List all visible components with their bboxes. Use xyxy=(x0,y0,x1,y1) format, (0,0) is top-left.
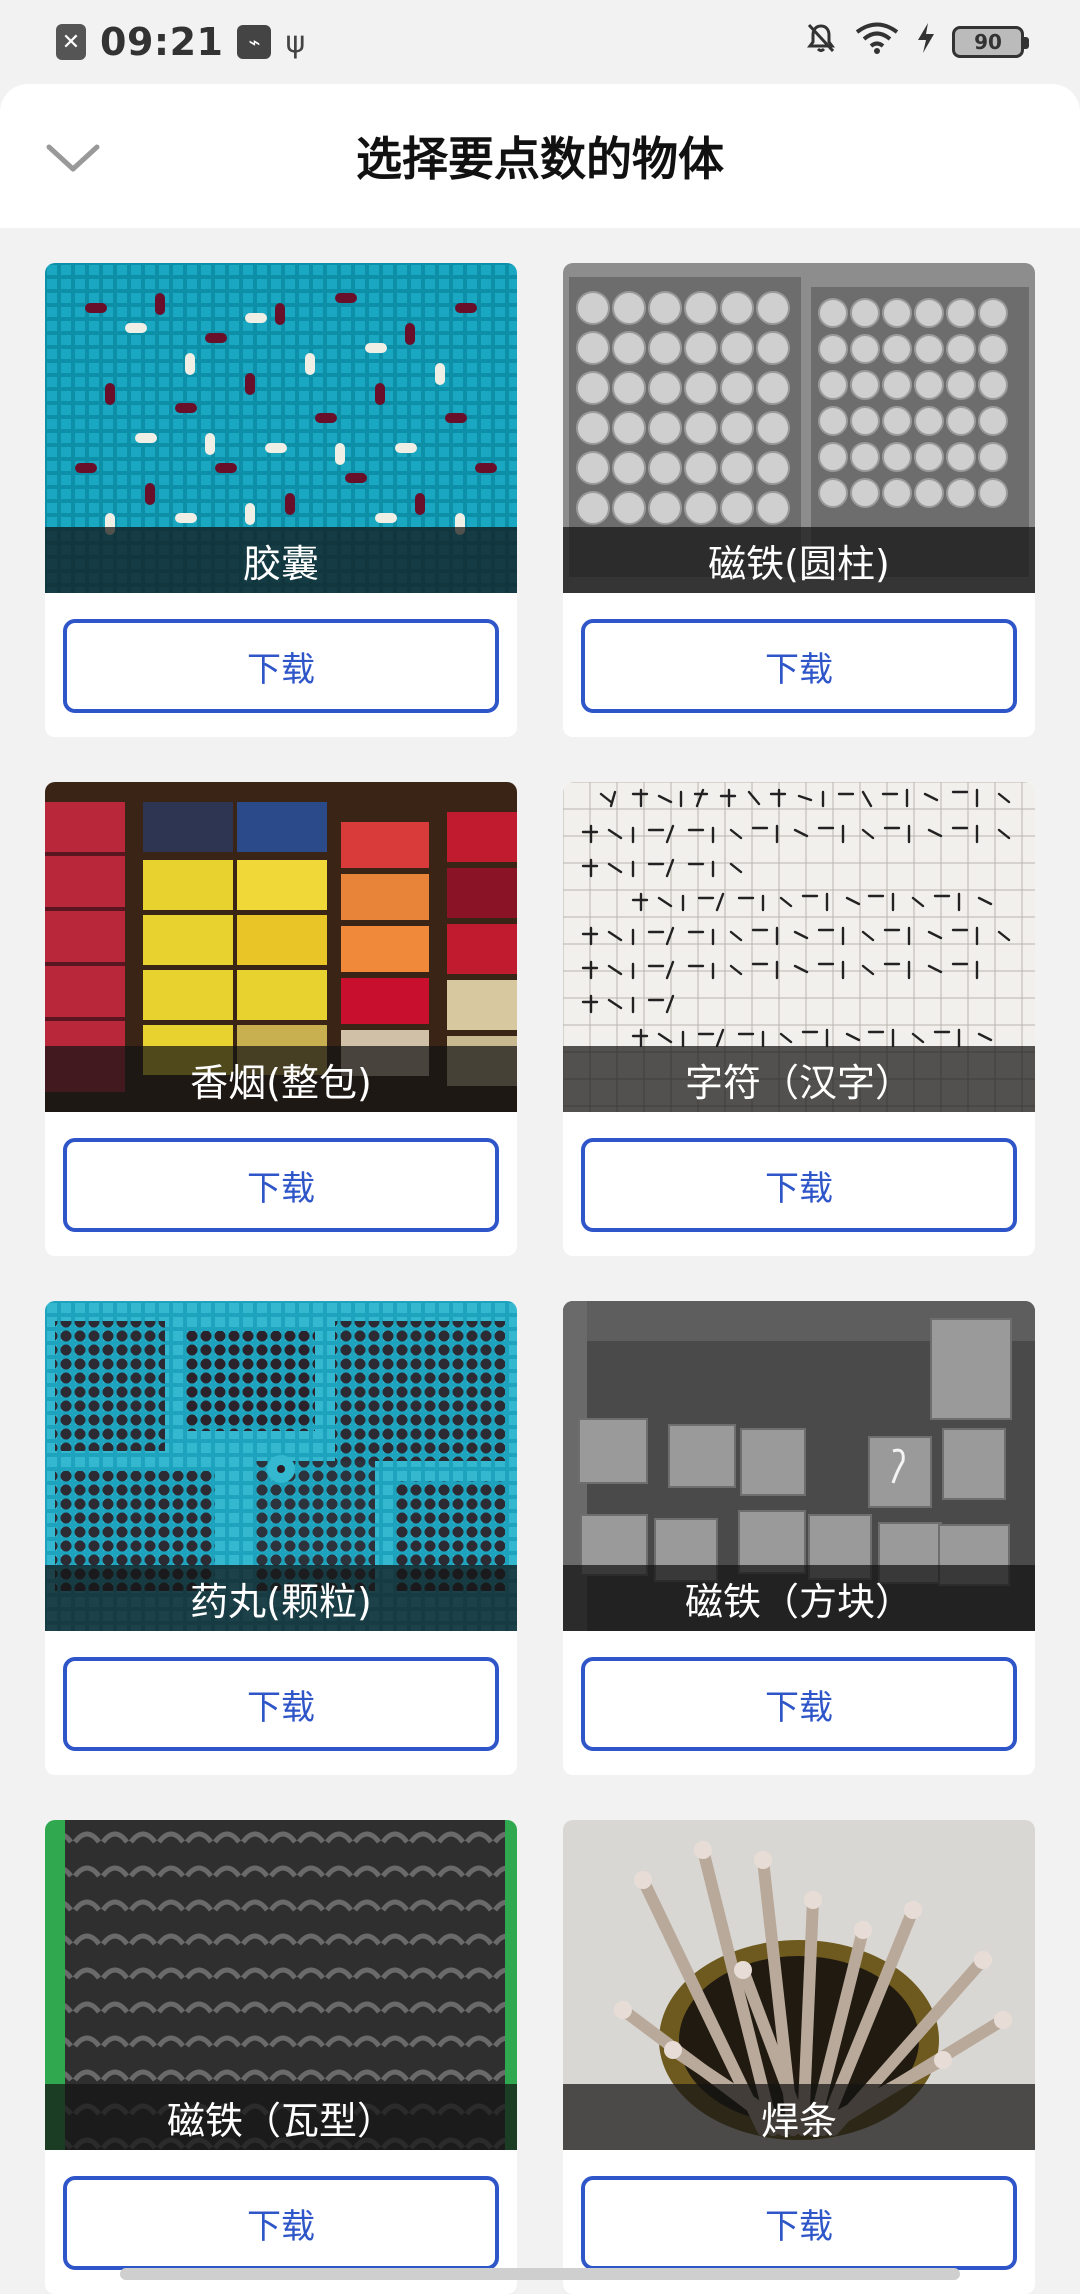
block-magnets-image[interactable]: 磁铁（方块） xyxy=(563,1301,1035,1631)
item-card-capsules: 胶囊 下载 xyxy=(45,263,517,737)
item-card-pills: 药丸(颗粒) 下载 xyxy=(45,1301,517,1775)
item-label: 字符（汉字） xyxy=(563,1046,1035,1112)
download-button[interactable]: 下载 xyxy=(63,619,499,713)
item-card-cylinder-magnets: 磁铁(圆柱) 下载 xyxy=(563,263,1035,737)
download-button[interactable]: 下载 xyxy=(63,1657,499,1751)
arc-magnets-image[interactable]: 磁铁（瓦型） xyxy=(45,1820,517,2150)
collapse-button[interactable] xyxy=(38,124,108,194)
item-label: 药丸(颗粒) xyxy=(45,1565,517,1631)
status-bar-left: ✕ 09:21 ⌁ ψ xyxy=(56,20,305,64)
item-card-welding-rods: 焊条 下载 xyxy=(563,1820,1035,2294)
item-label: 香烟(整包) xyxy=(45,1046,517,1112)
pills-image[interactable]: 药丸(颗粒) xyxy=(45,1301,517,1631)
download-button[interactable]: 下载 xyxy=(581,619,1017,713)
wifi-icon xyxy=(854,21,900,63)
item-card-chinese-characters: 字符（汉字） 下载 xyxy=(563,782,1035,1256)
welding-rods-image[interactable]: 焊条 xyxy=(563,1820,1035,2150)
status-time: 09:21 xyxy=(100,20,224,64)
download-button[interactable]: 下载 xyxy=(63,2176,499,2270)
item-label: 焊条 xyxy=(563,2084,1035,2150)
capsules-image[interactable]: 胶囊 xyxy=(45,263,517,593)
battery-level: 90 xyxy=(974,30,1002,54)
status-bar: ✕ 09:21 ⌁ ψ 90 xyxy=(0,0,1080,84)
download-button[interactable]: 下载 xyxy=(63,1138,499,1232)
item-label: 磁铁(圆柱) xyxy=(563,527,1035,593)
chevron-down-icon xyxy=(46,144,100,172)
battery-icon: 90 xyxy=(952,26,1029,58)
download-button[interactable]: 下载 xyxy=(581,2176,1017,2270)
page-header: 选择要点数的物体 xyxy=(0,84,1080,228)
notification-x-icon: ✕ xyxy=(56,24,86,60)
download-button[interactable]: 下载 xyxy=(581,1138,1017,1232)
item-label: 胶囊 xyxy=(45,527,517,593)
status-bar-right: 90 xyxy=(804,21,1029,63)
item-card-block-magnets: 磁铁（方块） 下载 xyxy=(563,1301,1035,1775)
scroll-indicator xyxy=(120,2268,960,2280)
cigarettes-image[interactable]: 香烟(整包) xyxy=(45,782,517,1112)
chinese-characters-image[interactable]: 字符（汉字） xyxy=(563,782,1035,1112)
cylinder-magnets-image[interactable]: 磁铁(圆柱) xyxy=(563,263,1035,593)
item-label: 磁铁（方块） xyxy=(563,1565,1035,1631)
item-card-cigarettes: 香烟(整包) 下载 xyxy=(45,782,517,1256)
item-label: 磁铁（瓦型） xyxy=(45,2084,517,2150)
item-card-arc-magnets: 磁铁（瓦型） 下载 xyxy=(45,1820,517,2294)
usb-icon: ψ xyxy=(285,24,306,60)
charging-bolt-icon xyxy=(916,21,936,63)
app-square-icon: ⌁ xyxy=(237,25,272,59)
download-button[interactable]: 下载 xyxy=(581,1657,1017,1751)
page-title: 选择要点数的物体 xyxy=(356,132,724,186)
mute-bell-icon xyxy=(804,21,838,63)
